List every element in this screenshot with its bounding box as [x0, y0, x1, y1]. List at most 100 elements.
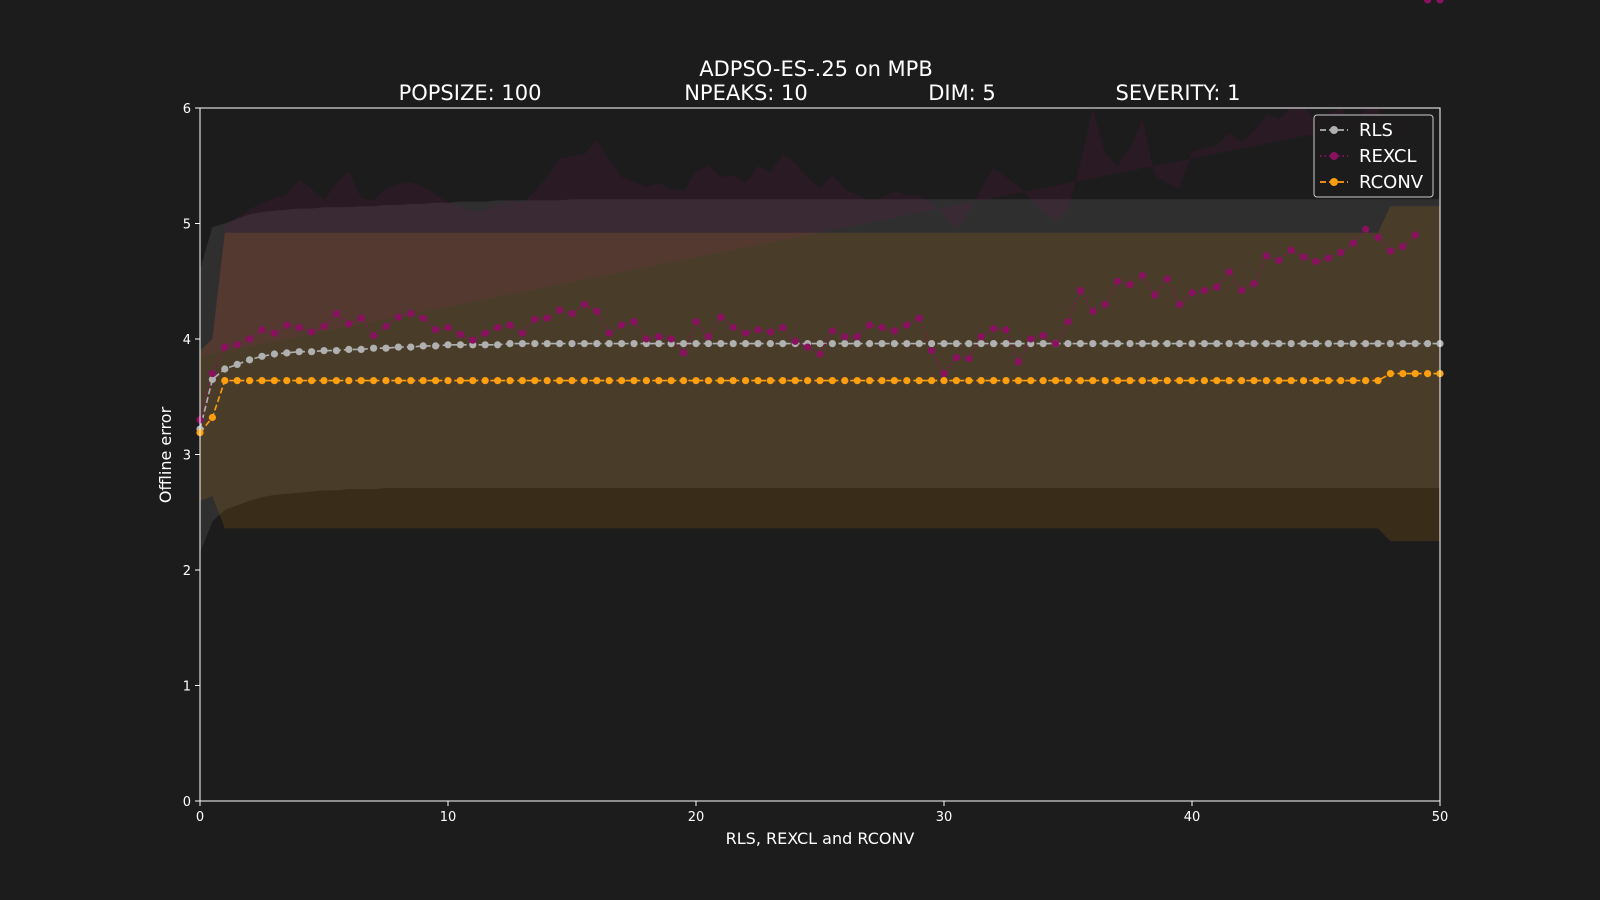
x-tick-label: 40	[1184, 810, 1201, 825]
rexcl-point	[1064, 318, 1072, 326]
rexcl-point	[1386, 247, 1394, 255]
rexcl-point	[283, 321, 291, 329]
rls-point	[1312, 340, 1320, 348]
rexcl-point	[841, 333, 849, 341]
subtitle-popsize: POPSIZE: 100	[399, 81, 542, 105]
rls-point	[1411, 340, 1419, 348]
rexcl-point	[1436, 0, 1444, 4]
rexcl-point	[270, 329, 278, 337]
x-axis-label: RLS, REXCL and RCONV	[726, 829, 915, 848]
rexcl-point	[667, 335, 675, 343]
rls-point	[704, 340, 713, 348]
rls-point	[1399, 340, 1407, 348]
rconv-point	[1374, 377, 1382, 385]
rconv-point	[928, 377, 936, 385]
rconv-point	[556, 377, 564, 385]
rls-point	[754, 340, 762, 348]
rls-point	[866, 340, 874, 348]
rls-point	[618, 340, 626, 348]
rls-point	[1200, 340, 1208, 348]
rls-point	[766, 340, 775, 348]
y-tick-label: 5	[183, 218, 191, 233]
rexcl-point	[345, 320, 353, 328]
rconv-point	[345, 377, 353, 385]
rexcl-point	[1250, 280, 1258, 288]
rconv-point	[1014, 377, 1023, 385]
chart-title: ADPSO-ES-.25 on MPB	[699, 57, 933, 81]
rls-point	[258, 352, 266, 360]
rconv-point	[605, 377, 613, 385]
rconv-point	[494, 377, 502, 385]
rls-point	[1089, 340, 1097, 348]
rls-point	[1064, 340, 1072, 348]
rconv-point	[1250, 377, 1258, 385]
rexcl-point	[1238, 286, 1246, 295]
x-axis-ticks: 0 10 20 30 40 50	[196, 801, 1448, 825]
rexcl-point	[1362, 225, 1370, 233]
y-tick-label: 0	[183, 795, 191, 810]
rexcl-point	[1300, 253, 1308, 261]
rls-point	[1262, 340, 1270, 348]
rconv-point	[481, 377, 489, 385]
rls-point	[456, 341, 464, 349]
rls-point	[1275, 340, 1283, 348]
rls-point	[1101, 340, 1109, 348]
rexcl-point	[1200, 286, 1208, 295]
rconv-point	[1200, 377, 1208, 385]
rls-point	[1386, 340, 1394, 348]
rls-point	[692, 340, 700, 348]
rconv-point	[1188, 377, 1196, 385]
rexcl-point	[1262, 252, 1270, 260]
rconv-point	[1349, 377, 1357, 385]
rls-point	[308, 348, 316, 356]
rexcl-point	[208, 370, 216, 378]
rls-point	[1337, 340, 1345, 348]
legend-rls-marker	[1330, 126, 1338, 134]
rconv-point	[717, 377, 725, 385]
rconv-point	[469, 377, 477, 385]
rconv-point	[1225, 377, 1233, 385]
rls-point	[1238, 340, 1246, 348]
rexcl-point	[469, 336, 477, 344]
rconv-point	[1300, 377, 1308, 385]
rls-point	[233, 360, 241, 368]
rconv-point	[1287, 377, 1295, 385]
rconv-point	[1312, 377, 1320, 385]
legend-rls-label: RLS	[1359, 120, 1393, 141]
legend: RLS REXCL RCONV	[1313, 114, 1434, 198]
rconv-point	[804, 377, 812, 385]
rls-point	[878, 340, 886, 348]
rexcl-point	[977, 333, 985, 341]
rls-point	[407, 343, 415, 351]
rexcl-point	[221, 343, 229, 351]
rexcl-point	[1138, 271, 1146, 280]
rconv-point	[1064, 377, 1072, 385]
rexcl-point	[456, 330, 464, 338]
rls-point	[828, 340, 837, 348]
rconv-point	[754, 377, 762, 385]
rls-point	[717, 340, 725, 348]
rexcl-point	[915, 314, 923, 322]
rls-point	[1176, 340, 1184, 348]
rexcl-point	[704, 333, 713, 341]
rconv-point	[419, 377, 427, 385]
rexcl-point	[233, 341, 241, 349]
rconv-point	[1324, 377, 1332, 385]
x-tick-label: 10	[440, 810, 457, 825]
y-tick-label: 3	[183, 449, 191, 464]
rconv-point	[1213, 377, 1221, 385]
rexcl-point	[605, 329, 613, 337]
rexcl-point	[717, 313, 725, 321]
rexcl-point	[1052, 340, 1060, 348]
rconv-point	[1151, 377, 1159, 385]
rconv-point	[680, 377, 688, 385]
rls-point	[605, 340, 613, 348]
rls-point	[1287, 340, 1295, 348]
rls-point	[1076, 340, 1084, 348]
rconv-point	[1362, 377, 1370, 385]
rconv-point	[593, 377, 601, 385]
rls-point	[841, 340, 849, 348]
rls-point	[903, 340, 911, 348]
rexcl-point	[1176, 300, 1184, 308]
rls-point	[1424, 340, 1432, 348]
